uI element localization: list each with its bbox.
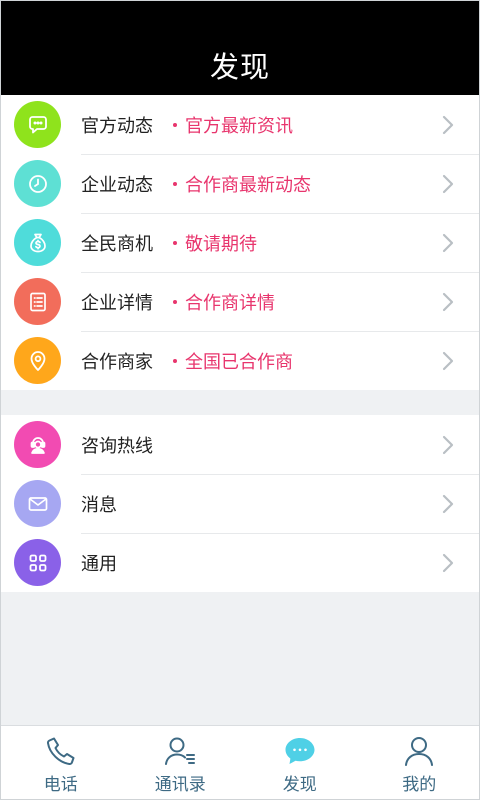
grid-icon	[14, 539, 61, 586]
chevron-right-icon	[442, 553, 454, 572]
menu-item-business-opportunity[interactable]: 全民商机 敬请期待	[1, 213, 479, 272]
chevron-right-icon	[442, 351, 454, 370]
tab-label: 我的	[402, 775, 437, 795]
menu-item-label: 咨询热线	[81, 435, 153, 457]
tab-label: 电话	[43, 775, 78, 795]
menu-item-subtitle: 敬请期待	[173, 230, 257, 256]
header: 发现	[1, 1, 479, 95]
subtitle-text: 合作商最新动态	[185, 174, 311, 196]
menu-item-subtitle: 合作商详情	[173, 289, 275, 315]
chevron-right-icon	[442, 292, 454, 311]
discover-chat-icon	[285, 738, 315, 764]
envelope-icon	[14, 480, 61, 527]
clock-icon	[14, 160, 61, 207]
subtitle-text: 合作商详情	[185, 292, 275, 314]
phone-icon	[46, 737, 75, 766]
menu-item-label: 通用	[81, 553, 117, 575]
tab-phone[interactable]: 电话	[1, 726, 121, 799]
menu-item-company-news[interactable]: 企业动态 合作商最新动态	[1, 154, 479, 213]
tab-contacts[interactable]: 通讯录	[121, 726, 241, 799]
menu-item-label: 企业详情	[81, 292, 153, 314]
menu-group-secondary: 咨询热线 消息 通用	[1, 415, 479, 592]
bullet-dot	[173, 181, 177, 186]
menu-item-label: 消息	[81, 494, 117, 516]
chat-bubble-icon	[14, 101, 61, 148]
tab-mine[interactable]: 我的	[360, 726, 480, 799]
page-title: 发现	[209, 50, 270, 84]
menu-group-primary: 官方动态 官方最新资讯 企业动态 合作商最新动态 全民商机 敬请期待 企业详情 …	[1, 95, 479, 390]
menu-item-messages[interactable]: 消息	[1, 474, 479, 533]
subtitle-text: 官方最新资讯	[185, 115, 293, 137]
app-frame: 发现 官方动态 官方最新资讯 企业动态 合作商最新动态 全民商机 敬请期待 企业…	[0, 0, 480, 800]
bullet-dot	[173, 122, 177, 127]
subtitle-text: 敬请期待	[185, 233, 257, 255]
chevron-right-icon	[442, 115, 454, 134]
tab-label: 通讯录	[154, 775, 206, 795]
chevron-right-icon	[442, 435, 454, 454]
document-list-icon	[14, 278, 61, 325]
menu-item-partner-merchants[interactable]: 合作商家 全国已合作商	[1, 331, 479, 390]
menu-item-subtitle: 合作商最新动态	[173, 171, 311, 197]
subtitle-text: 全国已合作商	[185, 351, 293, 373]
menu-item-label: 官方动态	[81, 115, 153, 137]
contacts-icon	[165, 737, 196, 765]
menu-item-general[interactable]: 通用	[1, 533, 479, 592]
bullet-dot	[173, 240, 177, 245]
menu-item-hotline[interactable]: 咨询热线	[1, 415, 479, 474]
chevron-right-icon	[442, 174, 454, 193]
location-pin-icon	[14, 337, 61, 384]
menu-item-company-details[interactable]: 企业详情 合作商详情	[1, 272, 479, 331]
bullet-dot	[173, 299, 177, 304]
money-bag-icon	[14, 219, 61, 266]
bottom-tab-bar: 电话 通讯录 发现 我的	[1, 725, 479, 799]
menu-item-label: 合作商家	[81, 351, 153, 373]
menu-item-label: 企业动态	[81, 174, 153, 196]
menu-item-official-news[interactable]: 官方动态 官方最新资讯	[1, 95, 479, 154]
menu-item-subtitle: 全国已合作商	[173, 348, 293, 374]
menu-item-subtitle: 官方最新资讯	[173, 112, 293, 138]
bullet-dot	[173, 358, 177, 363]
chevron-right-icon	[442, 494, 454, 513]
user-icon	[405, 737, 434, 766]
tab-discover[interactable]: 发现	[240, 726, 360, 799]
chevron-right-icon	[442, 233, 454, 252]
tab-label: 发现	[282, 775, 317, 795]
menu-item-label: 全民商机	[81, 233, 153, 255]
customer-service-icon	[14, 421, 61, 468]
